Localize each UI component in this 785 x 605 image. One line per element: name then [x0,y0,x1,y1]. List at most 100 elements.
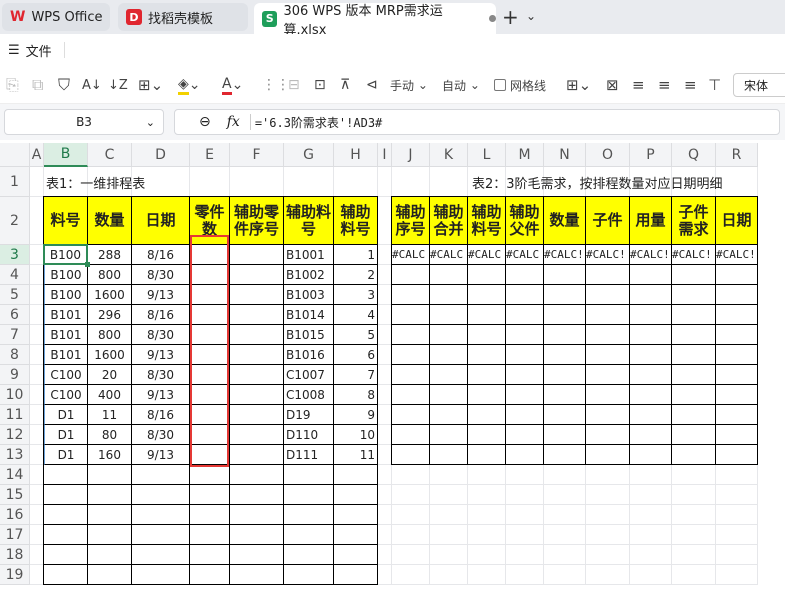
table1-cell[interactable]: 20 [88,365,132,385]
row-header[interactable]: 1 [0,167,30,197]
table2-cell[interactable] [716,325,758,345]
table2-cell[interactable] [506,365,544,385]
grid-cell[interactable] [30,325,44,345]
table2-cell[interactable] [672,285,716,305]
table1-cell[interactable]: B101 [44,305,88,325]
table1-cell[interactable] [190,485,230,505]
table1-cell[interactable]: 296 [88,305,132,325]
table1-cell[interactable] [132,505,190,525]
table1-cell[interactable]: D19 [284,405,334,425]
grid-cell[interactable] [506,505,544,525]
table2-cell[interactable] [544,405,586,425]
grid-cell[interactable] [716,485,758,505]
table1-cell[interactable] [230,525,284,545]
table1-cell[interactable]: D111 [284,445,334,465]
table2-cell[interactable] [672,325,716,345]
table2-cell[interactable]: #CALC! [716,245,758,265]
grid-cell[interactable] [378,365,392,385]
merge-icon[interactable]: ⊟ [288,75,300,95]
table1-cell[interactable]: B1015 [284,325,334,345]
row-header[interactable]: 7 [0,325,30,345]
table2-cell[interactable] [630,405,672,425]
table2-cell[interactable] [716,445,758,465]
table1-header-cell[interactable]: 辅助料号 [334,197,378,245]
grid-cell[interactable] [30,265,44,285]
grid-cell[interactable] [586,485,630,505]
table1-cell[interactable] [284,465,334,485]
grid-cell[interactable] [672,485,716,505]
table2-cell[interactable] [392,385,430,405]
table1-cell[interactable] [230,485,284,505]
grid-cell[interactable] [430,167,468,197]
column-header[interactable]: H [334,143,378,167]
table2-cell[interactable] [392,325,430,345]
grid-cell[interactable] [30,365,44,385]
grid-cell[interactable] [378,465,392,485]
table1-cell[interactable]: D1 [44,425,88,445]
table2-header-cell[interactable]: 辅助料号 [468,197,506,245]
table2-cell[interactable] [672,345,716,365]
table1-cell[interactable] [334,505,378,525]
row-header[interactable]: 3 [0,245,30,265]
table1-cell[interactable] [334,565,378,585]
grid-cell[interactable] [378,425,392,445]
table1-cell[interactable]: 400 [88,385,132,405]
table2-cell[interactable] [392,345,430,365]
selected-cell-outline[interactable] [43,244,88,265]
table2-cell[interactable] [544,305,586,325]
grid-cell[interactable] [430,545,468,565]
grid-cell[interactable] [30,345,44,365]
table2-cell[interactable] [506,345,544,365]
table1-cell[interactable]: 1600 [88,285,132,305]
table2-cell[interactable] [392,445,430,465]
column-header[interactable]: J [392,143,430,167]
column-header[interactable]: C [88,143,132,167]
table2-cell[interactable] [672,445,716,465]
grid-cell[interactable] [630,465,672,485]
align-center-icon[interactable]: ≡ [658,75,671,95]
table1-cell[interactable] [230,245,284,265]
table1-cell[interactable]: C1007 [284,365,334,385]
grid-cell[interactable] [378,385,392,405]
table1-cell[interactable]: 160 [88,445,132,465]
table2-cell[interactable] [392,405,430,425]
grid-cell[interactable] [334,167,378,197]
auto-dropdown[interactable]: 自动 ⌄ [442,75,480,95]
table1-cell[interactable] [284,485,334,505]
column-header[interactable]: L [468,143,506,167]
table1-cell[interactable] [190,565,230,585]
align-top-icon[interactable]: ⊤ [708,75,721,95]
grid-cell[interactable] [506,465,544,485]
table2-cell[interactable] [716,345,758,365]
border-icon[interactable]: ⊞⌄ [138,75,163,95]
table1-cell[interactable]: 3 [334,285,378,305]
table2-cell[interactable] [430,425,468,445]
grid-cell[interactable] [30,245,44,265]
grid-cell[interactable] [378,167,392,197]
table2-cell[interactable] [586,285,630,305]
table1-cell[interactable]: D1 [44,445,88,465]
table2-cell[interactable] [544,285,586,305]
table2-cell[interactable] [672,305,716,325]
table2-cell[interactable] [586,405,630,425]
table1-cell[interactable]: 800 [88,325,132,345]
hamburger-icon[interactable]: ☰ [8,43,20,58]
table1-cell[interactable]: B100 [44,285,88,305]
table2-header-cell[interactable]: 辅助父件 [506,197,544,245]
row-header[interactable]: 19 [0,565,30,585]
grid-cell[interactable] [30,305,44,325]
gridlines-checkbox[interactable]: 网格线 [494,75,546,95]
grid-cell[interactable] [506,565,544,585]
row-header[interactable]: 13 [0,445,30,465]
table2-cell[interactable]: #CALC [392,245,430,265]
grid-cell[interactable] [468,525,506,545]
table1-cell[interactable] [230,265,284,285]
table2-cell[interactable] [430,345,468,365]
table1-cell[interactable] [230,545,284,565]
grid-cell[interactable] [630,525,672,545]
table1-cell[interactable]: D110 [284,425,334,445]
column-header[interactable]: A [30,143,44,167]
table2-cell[interactable] [586,365,630,385]
grid-cell[interactable] [430,465,468,485]
grid-cell[interactable] [672,525,716,545]
